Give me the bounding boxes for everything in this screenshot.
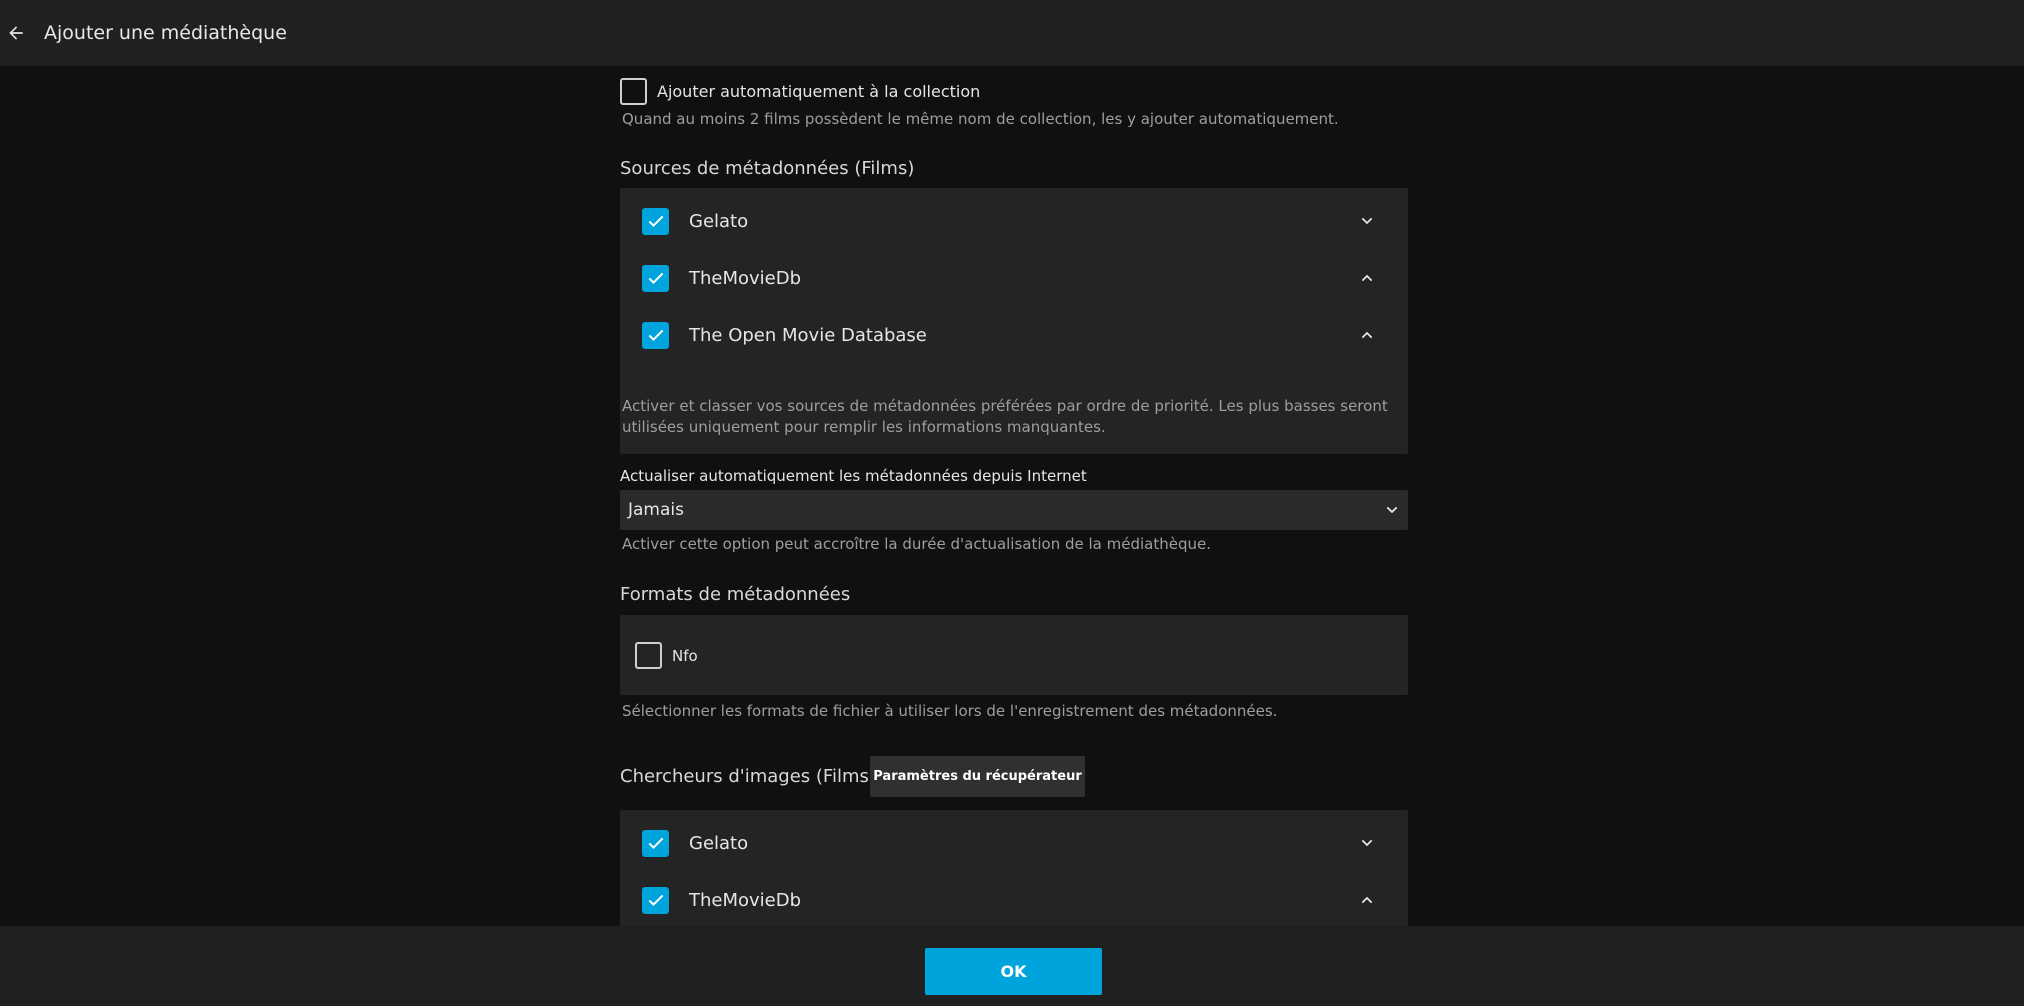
page-title: Ajouter une médiathèque: [44, 22, 287, 44]
refresh-select[interactable]: Jamais: [620, 490, 1408, 530]
chevron-down-icon[interactable]: [1357, 211, 1377, 231]
checkbox-checked[interactable]: [642, 886, 669, 914]
metadata-source-label: The Open Movie Database: [689, 324, 927, 346]
fetcher-settings-button[interactable]: Paramètres du récupérateur: [870, 756, 1085, 797]
format-label: Nfo: [672, 646, 698, 665]
metadata-formats-list: Nfo: [620, 615, 1408, 695]
format-nfo-checkbox[interactable]: Nfo: [635, 642, 698, 669]
chevron-down-icon[interactable]: [1357, 833, 1377, 853]
refresh-helper: Activer cette option peut accroître la d…: [622, 535, 1211, 553]
image-fetcher-label: Gelato: [689, 832, 749, 854]
app-header: Ajouter une médiathèque: [0, 0, 2024, 66]
checkbox-box[interactable]: [635, 642, 662, 669]
metadata-sources-helper: Activer et classer vos sources de métado…: [622, 397, 1388, 436]
metadata-sources-title: Sources de métadonnées (Films): [620, 158, 915, 179]
refresh-label: Actualiser automatiquement les métadonné…: [620, 467, 1087, 485]
checkbox-checked[interactable]: [642, 829, 669, 857]
metadata-formats-title: Formats de métadonnées: [620, 584, 851, 605]
image-fetchers-title: Chercheurs d'images (Films): [620, 766, 876, 787]
metadata-source-label: TheMovieDb: [689, 267, 802, 289]
auto-collection-label: Ajouter automatiquement à la collection: [657, 82, 981, 101]
library-form[interactable]: Ajouter automatiquement à la collection …: [620, 66, 1408, 926]
metadata-formats-helper: Sélectionner les formats de fichier à ut…: [622, 702, 1278, 720]
checkbox-box[interactable]: [620, 78, 647, 105]
refresh-value: Jamais: [628, 500, 684, 520]
image-fetcher-label: TheMovieDb: [689, 889, 802, 911]
chevron-up-icon[interactable]: [1357, 268, 1377, 288]
metadata-source-themoviedb[interactable]: TheMovieDb: [620, 256, 1408, 300]
ok-button[interactable]: OK: [925, 948, 1102, 995]
metadata-source-gelato[interactable]: Gelato: [620, 199, 1408, 243]
metadata-source-label: Gelato: [689, 210, 749, 232]
chevron-down-icon: [1382, 500, 1402, 520]
dialog-footer: OK: [0, 926, 2024, 1006]
check-icon: [648, 894, 663, 906]
check-icon: [648, 272, 663, 284]
check-icon: [648, 215, 663, 227]
checkbox-checked[interactable]: [642, 264, 669, 292]
auto-collection-helper: Quand au moins 2 films possèdent le même…: [622, 110, 1339, 128]
check-icon: [648, 329, 663, 341]
image-fetcher-themoviedb[interactable]: TheMovieDb: [620, 878, 1408, 922]
checkbox-checked[interactable]: [642, 321, 669, 349]
check-icon: [648, 837, 663, 849]
arrow-left-icon: [9, 26, 23, 40]
metadata-source-omdb[interactable]: The Open Movie Database: [620, 313, 1408, 357]
image-fetchers-list: Gelato TheMovieDb: [620, 810, 1408, 926]
image-fetcher-gelato[interactable]: Gelato: [620, 821, 1408, 865]
checkbox-checked[interactable]: [642, 207, 669, 235]
auto-collection-checkbox[interactable]: Ajouter automatiquement à la collection: [620, 78, 980, 105]
chevron-up-icon[interactable]: [1357, 325, 1377, 345]
chevron-up-icon[interactable]: [1357, 890, 1377, 910]
back-button[interactable]: [4, 21, 28, 45]
